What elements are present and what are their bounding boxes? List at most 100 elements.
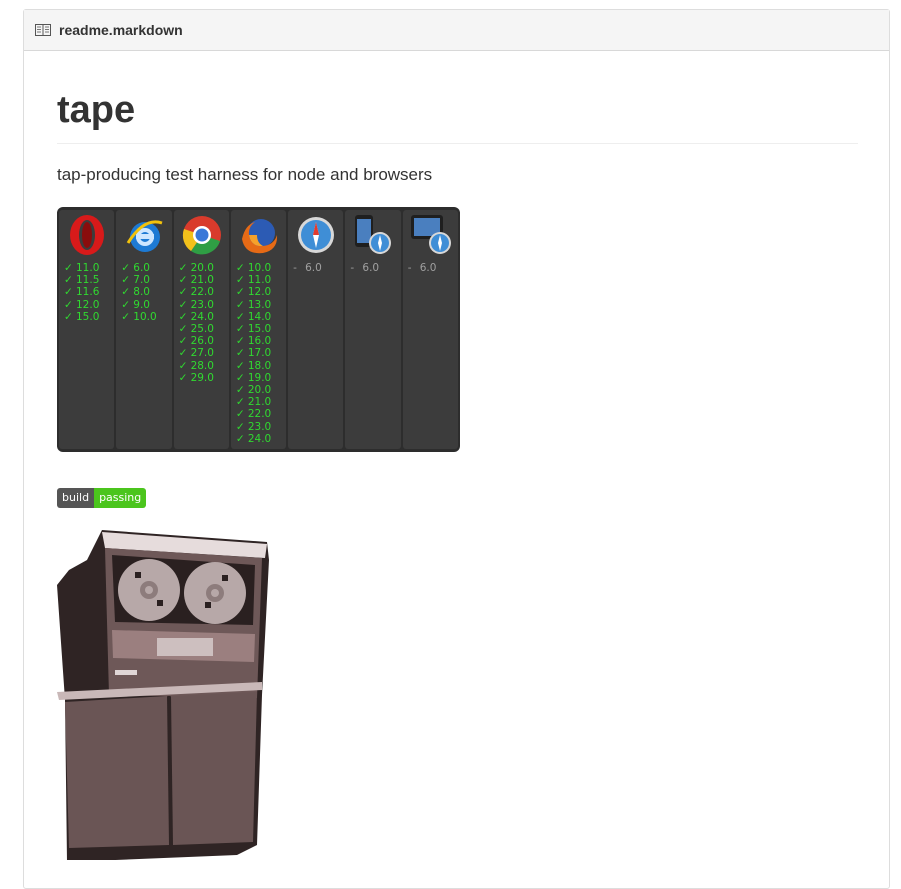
version-item: ✓ 7.0 bbox=[121, 274, 156, 286]
version-label: 15.0 bbox=[247, 323, 272, 336]
version-label: 25.0 bbox=[190, 323, 214, 336]
version-list: -6.0 bbox=[408, 262, 437, 274]
version-item: ✓ 11.0 bbox=[64, 262, 99, 274]
check-icon: ✓ bbox=[235, 262, 245, 274]
version-label: 9.0 bbox=[133, 298, 150, 311]
version-label: 21.0 bbox=[247, 396, 272, 409]
version-item: ✓ 23.0 bbox=[236, 421, 271, 433]
check-icon: ✓ bbox=[235, 323, 245, 336]
ipad-safari-icon bbox=[409, 213, 453, 257]
version-item: ✓ 9.0 bbox=[121, 299, 156, 311]
check-icon: ✓ bbox=[178, 274, 188, 287]
version-label: 6.0 bbox=[419, 262, 437, 274]
iphone-safari-icon bbox=[351, 213, 395, 257]
version-label: 28.0 bbox=[190, 359, 214, 372]
check-icon: ✓ bbox=[235, 274, 245, 287]
browser-column-ipad: -6.0 bbox=[402, 210, 458, 449]
version-list: -6.0 bbox=[293, 262, 322, 274]
check-icon: ✓ bbox=[178, 347, 188, 360]
check-icon: ✓ bbox=[235, 432, 245, 445]
check-icon: ✓ bbox=[235, 408, 245, 421]
version-label: 26.0 bbox=[190, 335, 214, 348]
check-icon: ✓ bbox=[178, 298, 188, 311]
safari-icon bbox=[294, 213, 338, 257]
version-item: ✓ 28.0 bbox=[179, 360, 214, 372]
version-label: 11.0 bbox=[76, 262, 100, 274]
version-item: ✓ 18.0 bbox=[236, 360, 271, 372]
version-label: 17.0 bbox=[247, 347, 272, 360]
version-list: -6.0 bbox=[350, 262, 379, 274]
version-item: ✓ 23.0 bbox=[179, 299, 214, 311]
version-item: ✓ 10.0 bbox=[121, 311, 156, 323]
version-label: 6.0 bbox=[362, 262, 380, 274]
version-list: ✓ 11.0 ✓ 11.5 ✓ 11.6 ✓ 12.0 ✓ 15.0 bbox=[64, 262, 99, 323]
version-item: ✓ 11.5 bbox=[64, 274, 99, 286]
check-icon: ✓ bbox=[121, 286, 131, 299]
version-item: ✓ 25.0 bbox=[179, 323, 214, 335]
browser-column-safari: -6.0 bbox=[288, 210, 344, 449]
version-label: 8.0 bbox=[133, 286, 150, 299]
version-item: ✓ 20.0 bbox=[236, 384, 271, 396]
version-label: 21.0 bbox=[190, 274, 214, 287]
dash-icon: - bbox=[407, 262, 412, 274]
check-icon: ✓ bbox=[121, 298, 131, 311]
book-icon bbox=[35, 24, 51, 36]
check-icon: ✓ bbox=[64, 262, 73, 274]
project-description: tap-producing test harness for node and … bbox=[57, 165, 433, 184]
version-label: 22.0 bbox=[190, 286, 214, 299]
check-icon: ✓ bbox=[235, 371, 245, 384]
version-label: 11.6 bbox=[76, 286, 100, 299]
version-item: ✓ 21.0 bbox=[236, 396, 271, 408]
badge-label: build bbox=[57, 488, 95, 508]
browser-support-matrix[interactable]: ✓ 11.0 ✓ 11.5 ✓ 11.6 ✓ 12.0 ✓ 15.0 ✓ 6.0 ✓ 7.0 ✓ 8.0 ✓ 9.… bbox=[57, 207, 460, 452]
version-item: ✓ 19.0 bbox=[236, 372, 271, 384]
check-icon: ✓ bbox=[178, 262, 188, 274]
check-icon: ✓ bbox=[178, 310, 188, 323]
check-icon: ✓ bbox=[178, 335, 188, 348]
version-item: ✓ 27.0 bbox=[179, 347, 214, 359]
version-item: ✓ 6.0 bbox=[121, 262, 156, 274]
version-label: 11.0 bbox=[247, 274, 272, 287]
version-label: 24.0 bbox=[190, 310, 214, 323]
readme-container: readme.markdown tape tap-producing test … bbox=[23, 9, 890, 889]
version-item: -6.0 bbox=[293, 262, 322, 274]
version-list: ✓ 10.0 ✓ 11.0 ✓ 12.0 ✓ 13.0 ✓ 14.0 ✓ 15.0 ✓ 16.0 ✓ 17.0… bbox=[236, 262, 271, 445]
version-item: ✓ 22.0 bbox=[236, 408, 271, 420]
check-icon: ✓ bbox=[178, 371, 188, 384]
version-label: 15.0 bbox=[76, 310, 100, 323]
check-icon: ✓ bbox=[235, 396, 245, 409]
browser-column-opera: ✓ 11.0 ✓ 11.5 ✓ 11.6 ✓ 12.0 ✓ 15.0 bbox=[59, 210, 115, 449]
version-item: ✓ 13.0 bbox=[236, 299, 271, 311]
version-label: 16.0 bbox=[247, 335, 272, 348]
version-label: 12.0 bbox=[247, 286, 272, 299]
readme-header: readme.markdown bbox=[24, 10, 889, 51]
version-item: ✓ 12.0 bbox=[64, 299, 99, 311]
browser-column-firefox: ✓ 10.0 ✓ 11.0 ✓ 12.0 ✓ 13.0 ✓ 14.0 ✓ 15.0 ✓ 16.0 ✓ 17.0… bbox=[230, 210, 287, 449]
version-item: ✓ 15.0 bbox=[236, 323, 271, 335]
version-label: 12.0 bbox=[76, 298, 100, 311]
version-item: ✓ 17.0 bbox=[236, 347, 271, 359]
check-icon: ✓ bbox=[178, 323, 188, 336]
firefox-icon bbox=[237, 213, 281, 257]
build-status-badge[interactable]: build passing bbox=[57, 488, 147, 508]
check-icon: ✓ bbox=[64, 310, 73, 323]
check-icon: ✓ bbox=[235, 335, 245, 348]
version-item: ✓ 16.0 bbox=[236, 335, 271, 347]
dash-icon: - bbox=[350, 262, 355, 274]
version-item: -6.0 bbox=[350, 262, 379, 274]
browser-column-iphone: -6.0 bbox=[345, 210, 401, 449]
version-label: 7.0 bbox=[133, 274, 150, 287]
version-item: ✓ 24.0 bbox=[236, 433, 271, 445]
version-label: 19.0 bbox=[247, 371, 272, 384]
version-label: 18.0 bbox=[247, 359, 272, 372]
version-item: ✓ 22.0 bbox=[179, 286, 214, 298]
version-label: 29.0 bbox=[190, 371, 214, 384]
version-label: 20.0 bbox=[190, 262, 214, 274]
version-item: ✓ 12.0 bbox=[236, 286, 271, 298]
internet-explorer-icon bbox=[122, 213, 166, 257]
version-item: ✓ 11.0 bbox=[236, 274, 271, 286]
check-icon: ✓ bbox=[235, 420, 245, 433]
readme-filename[interactable]: readme.markdown bbox=[59, 22, 183, 38]
check-icon: ✓ bbox=[235, 310, 245, 323]
check-icon: ✓ bbox=[178, 286, 188, 299]
